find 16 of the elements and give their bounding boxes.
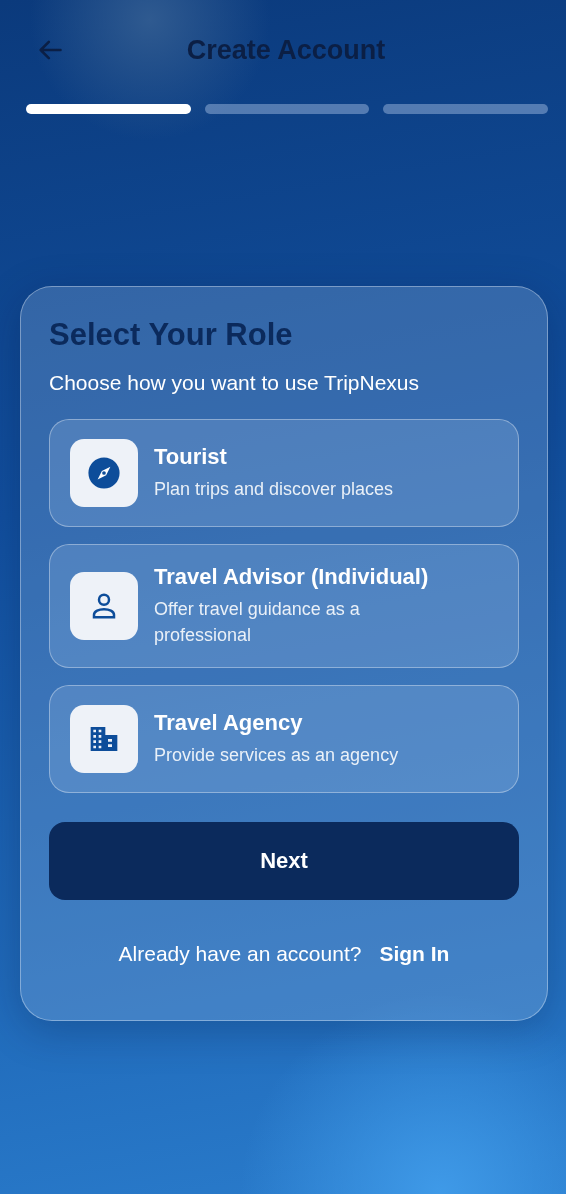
screen-title: Create Account <box>185 34 387 66</box>
role-title: Travel Agency <box>154 710 304 737</box>
card-title: Select Your Role <box>49 317 294 353</box>
role-option[interactable]: Travel Advisor (Individual) Offer travel guidance as a professional <box>49 544 519 669</box>
role-description: Offer travel guidance as a professional <box>154 598 361 648</box>
role-description: Plan trips and discover places <box>154 477 394 501</box>
card-subtitle: Choose how you want to use TripNexus <box>49 371 421 395</box>
role-description: Provide services as an agency <box>154 744 399 768</box>
sign-in-link[interactable]: Sign In <box>379 942 450 967</box>
role-option[interactable]: Travel Agency Provide services as an agency <box>49 685 519 794</box>
role-title: Travel Advisor (Individual) <box>154 564 430 590</box>
role-title: Tourist <box>154 443 228 470</box>
role-option[interactable]: Tourist Plan trips and discover places <box>49 419 519 527</box>
next-button[interactable]: Next <box>49 822 519 901</box>
signin-prompt: Already have an account? <box>118 942 362 967</box>
compass-icon <box>87 456 121 490</box>
